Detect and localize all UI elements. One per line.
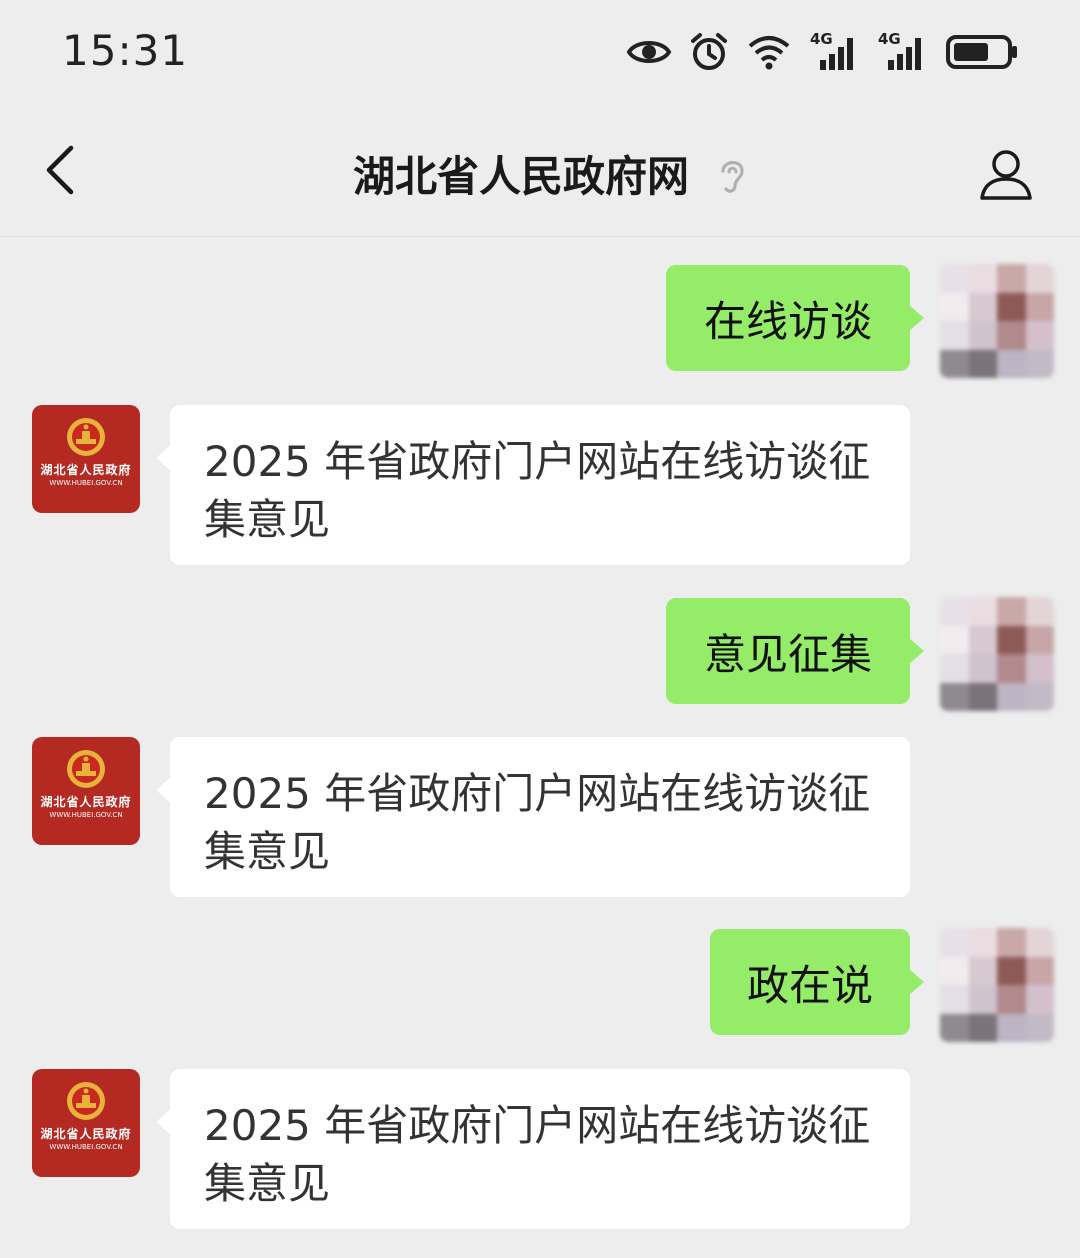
profile-button[interactable] [974,142,1038,206]
status-icons: 4G 4G [626,28,1018,76]
national-emblem-icon [67,1082,105,1120]
user-avatar[interactable] [940,928,1054,1042]
battery-icon [946,35,1017,69]
signal-4g-icon: 4G [810,32,860,72]
page-title: 湖北省人民政府网 [352,151,689,201]
outgoing-bubble[interactable]: 意见征集 [666,598,924,704]
message-outgoing: 意见征集 [0,597,1080,712]
wifi-icon [748,36,790,70]
status-bar: 15:31 4G 4G [0,0,1080,110]
back-button[interactable] [30,140,90,200]
message-text: 在线访谈 [703,296,872,346]
message-text: 政在说 [746,960,873,1010]
gov-avatar[interactable]: 湖北省人民政府 WWW.HUBEI.GOV.CN [32,405,140,513]
person-icon [980,150,1032,200]
message-incoming: 湖北省人民政府 WWW.HUBEI.GOV.CN 2025 年省政府门户网站在线… [0,1069,1080,1229]
incoming-bubble[interactable]: 2025 年省政府门户网站在线访谈征集意见 [156,405,910,565]
message-incoming: 湖北省人民政府 WWW.HUBEI.GOV.CN 2025 年省政府门户网站在线… [0,737,1080,897]
outgoing-bubble[interactable]: 政在说 [710,929,924,1035]
chat-area[interactable]: 在线访谈 湖北省人民政府 WWW.HUBEI.GOV.CN 2025 年省政府门… [0,236,1080,1258]
national-emblem-icon [67,750,105,788]
message-text: 2025 年省政府门户网站在线访谈征集意见 [204,769,871,876]
signal-4g-icon: 4G [878,32,928,72]
message-text: 2025 年省政府门户网站在线访谈征集意见 [204,437,871,544]
ear-icon [721,161,744,193]
gov-avatar-name: 湖北省人民政府 [40,1127,132,1141]
user-avatar[interactable] [940,264,1054,378]
nav-title-wrap: 湖北省人民政府网 [0,110,1080,236]
gov-avatar-url: WWW.HUBEI.GOV.CN [49,479,123,487]
gov-avatar-name: 湖北省人民政府 [40,463,132,477]
gov-avatar-url: WWW.HUBEI.GOV.CN [49,811,123,819]
message-outgoing: 在线访谈 [0,264,1080,379]
national-emblem-icon [67,418,105,456]
alarm-icon [691,33,727,70]
incoming-bubble[interactable]: 2025 年省政府门户网站在线访谈征集意见 [156,1069,910,1229]
message-incoming: 湖北省人民政府 WWW.HUBEI.GOV.CN 2025 年省政府门户网站在线… [0,405,1080,565]
message-outgoing: 政在说 [0,928,1080,1043]
incoming-bubble[interactable]: 2025 年省政府门户网站在线访谈征集意见 [156,737,910,897]
chevron-left-icon [46,145,74,195]
user-avatar[interactable] [940,597,1054,711]
gov-avatar[interactable]: 湖北省人民政府 WWW.HUBEI.GOV.CN [32,737,140,845]
nav-bar: 湖北省人民政府网 [0,110,1080,237]
outgoing-bubble[interactable]: 在线访谈 [666,265,924,371]
message-text: 2025 年省政府门户网站在线访谈征集意见 [204,1101,871,1208]
message-text: 意见征集 [703,629,872,679]
gov-avatar-url: WWW.HUBEI.GOV.CN [49,1143,123,1151]
gov-avatar[interactable]: 湖北省人民政府 WWW.HUBEI.GOV.CN [32,1069,140,1177]
eye-icon [626,41,672,63]
gov-avatar-name: 湖北省人民政府 [40,795,132,809]
status-time: 15:31 [62,26,189,75]
